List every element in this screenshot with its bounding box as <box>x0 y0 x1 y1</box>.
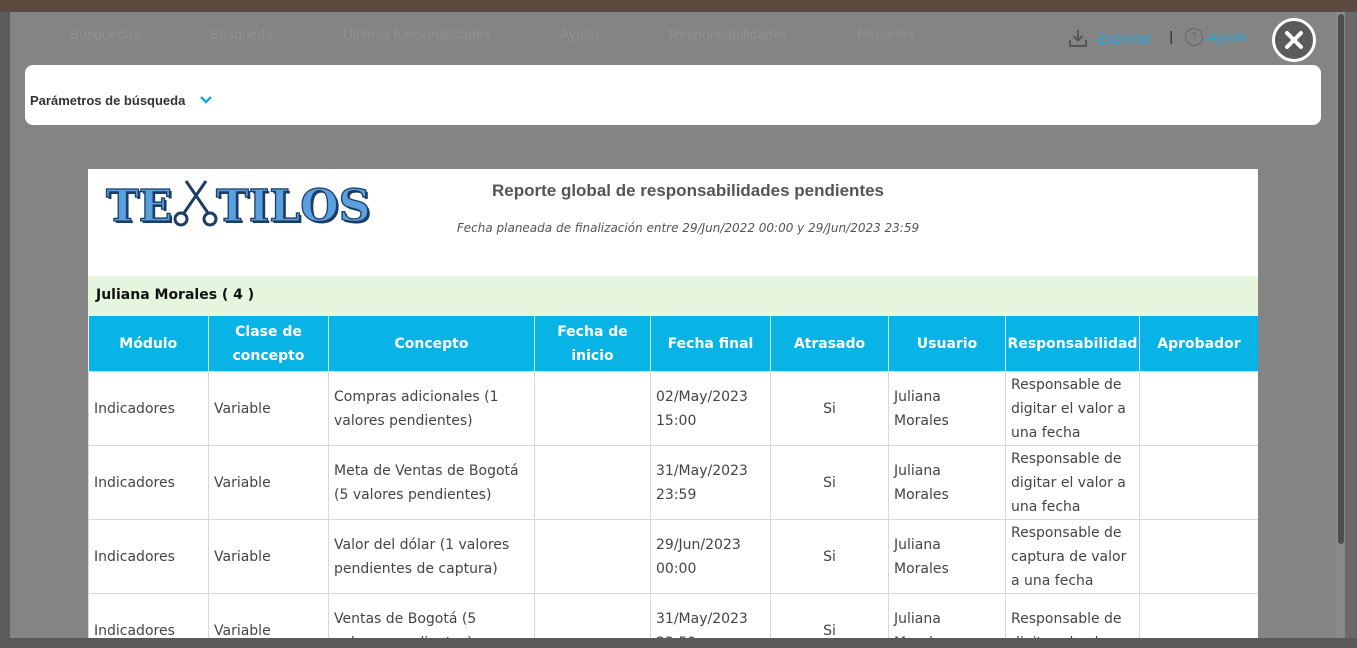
column-header: Usuario <box>888 316 1006 372</box>
cell-start-date <box>534 445 651 520</box>
report-title: Reporte global de responsabilidades pend… <box>491 181 885 200</box>
search-parameters-label: Parámetros de búsqueda <box>30 93 186 108</box>
column-header: Fecha final <box>650 316 771 372</box>
cell-approver <box>1139 371 1258 446</box>
cell-late: Si <box>770 445 889 520</box>
modal-scrollbar-thumb[interactable] <box>1338 14 1344 544</box>
cell-approver <box>1139 519 1258 594</box>
cell-user: Juliana Morales <box>888 519 1006 594</box>
table-header-row: Módulo Clase de concepto Concepto Fecha … <box>88 316 1258 372</box>
cell-concept-class: Variable <box>208 593 329 638</box>
cell-approver <box>1139 445 1258 520</box>
chevron-down-icon[interactable] <box>199 93 213 107</box>
background-tab: Últimas funcionalidades <box>342 26 491 42</box>
cell-responsibility: Responsable de captura de valor a una fe… <box>1005 519 1140 594</box>
column-header: Clase de concepto <box>208 316 329 372</box>
background-bottom <box>0 638 1357 648</box>
cell-late: Si <box>770 519 889 594</box>
help-icon: ? <box>1185 28 1203 46</box>
background-tab: Búsqueda <box>209 26 274 42</box>
background-tab: Búsquedas <box>70 26 141 42</box>
column-header: Responsabilidad <box>1005 316 1140 372</box>
download-icon <box>1069 30 1087 47</box>
background-topbar <box>0 0 1357 12</box>
cell-concept-class: Variable <box>208 371 329 446</box>
modal-toolbar: Búsquedas Búsqueda Últimas funcionalidad… <box>10 12 1335 64</box>
background-sidebar <box>0 12 10 648</box>
report-page: TE TE TILOS TILOS Reporte global de resp… <box>88 169 1258 638</box>
column-header: Aprobador <box>1139 316 1258 372</box>
column-header: Módulo <box>88 316 209 372</box>
cell-end-date: 31/May/2023 23:59 <box>650 593 771 638</box>
concept-link[interactable]: Valor del dólar (1 valores pendientes de… <box>328 519 535 594</box>
export-button[interactable]: Exportar <box>1068 28 1151 48</box>
cell-concept-class: Variable <box>208 519 329 594</box>
column-header: Fecha de inicio <box>534 316 651 372</box>
report-modal: Búsquedas Búsqueda Últimas funcionalidad… <box>10 12 1345 638</box>
concept-link[interactable]: Ventas de Bogotá (5 valores pendientes) <box>328 593 535 638</box>
group-header: Juliana Morales ( 4 ) <box>88 276 1258 316</box>
table-row: Indicadores Variable Compras adicionales… <box>88 371 1258 446</box>
help-button[interactable]: ? Ayuda <box>1185 28 1247 46</box>
cell-start-date <box>534 519 651 594</box>
cell-late: Si <box>770 593 889 638</box>
close-icon <box>1285 31 1303 49</box>
cell-responsibility: Responsable de digitar el valor a una fe… <box>1005 371 1140 446</box>
close-button[interactable] <box>1272 18 1316 62</box>
cell-approver <box>1139 593 1258 638</box>
cell-end-date: 29/Jun/2023 00:00 <box>650 519 771 594</box>
search-parameters-panel[interactable]: Parámetros de búsqueda <box>25 65 1321 125</box>
cell-module: Indicadores <box>88 593 209 638</box>
report-subtitle: Fecha planeada de finalización entre 29/… <box>456 221 920 235</box>
concept-link[interactable]: Compras adicionales (1 valores pendiente… <box>328 371 535 446</box>
export-label: Exportar <box>1098 30 1151 46</box>
cell-responsibility: Responsable de digitar el valor a <box>1005 593 1140 638</box>
table-row: Indicadores Variable Ventas de Bogotá (5… <box>88 593 1258 638</box>
column-header: Atrasado <box>770 316 889 372</box>
cell-responsibility: Responsable de digitar el valor a una fe… <box>1005 445 1140 520</box>
responsibilities-table: Módulo Clase de concepto Concepto Fecha … <box>88 316 1258 638</box>
cell-user: Juliana Morales <box>888 593 1006 638</box>
cell-late: Si <box>770 371 889 446</box>
background-tabs: Búsquedas Búsqueda Últimas funcionalidad… <box>70 26 980 42</box>
background-tab: Ayuda <box>559 26 600 42</box>
help-label: Ayuda <box>1207 29 1247 45</box>
cell-end-date: 31/May/2023 23:59 <box>650 445 771 520</box>
toolbar-separator: | <box>1169 30 1174 45</box>
cell-user: Juliana Morales <box>888 371 1006 446</box>
cell-end-date: 02/May/2023 15:00 <box>650 371 771 446</box>
background-right-panel <box>1345 12 1357 648</box>
concept-link[interactable]: Meta de Ventas de Bogotá (5 valores pend… <box>328 445 535 520</box>
table-row: Indicadores Variable Meta de Ventas de B… <box>88 445 1258 520</box>
cell-module: Indicadores <box>88 519 209 594</box>
cell-module: Indicadores <box>88 371 209 446</box>
cell-start-date <box>534 593 651 638</box>
cell-start-date <box>534 371 651 446</box>
table-row: Indicadores Variable Valor del dólar (1 … <box>88 519 1258 594</box>
background-tab: Reportes <box>857 26 915 42</box>
cell-user: Juliana Morales <box>888 445 1006 520</box>
column-header: Concepto <box>328 316 535 372</box>
background-tab: Responsabilidades <box>669 26 788 42</box>
cell-concept-class: Variable <box>208 445 329 520</box>
cell-module: Indicadores <box>88 445 209 520</box>
